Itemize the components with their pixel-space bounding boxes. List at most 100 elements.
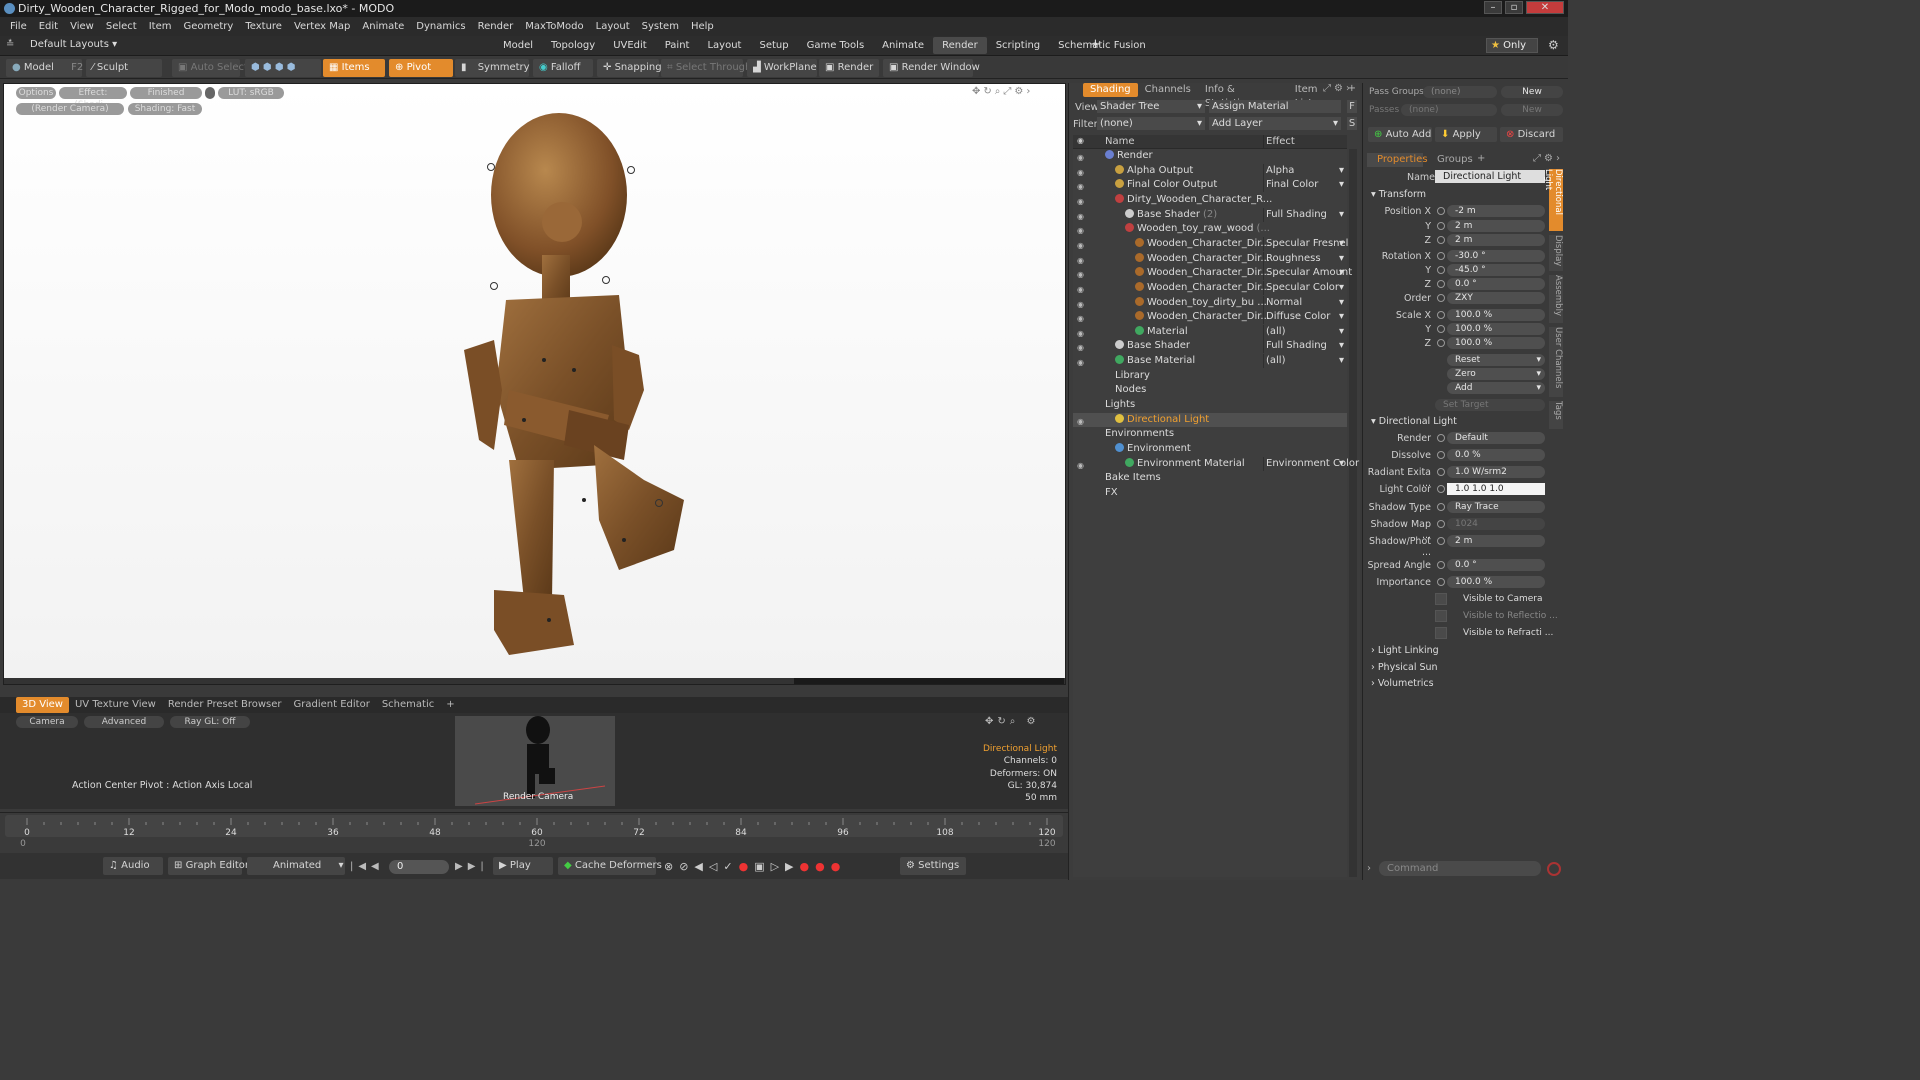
shader-tree-row[interactable]: ◉ Alpha Output Alpha ▾: [1073, 163, 1347, 178]
shader-tree-row[interactable]: ◉ Wooden_Character_Dir... Specular Amount ▾: [1073, 266, 1352, 281]
field-value[interactable]: Default: [1447, 432, 1545, 444]
eye-icon[interactable]: ◉: [1077, 224, 1087, 235]
side-tab-display[interactable]: Display: [1549, 235, 1563, 271]
tab-schematic[interactable]: Schematic: [376, 697, 440, 713]
minimize-button[interactable]: –: [1484, 1, 1502, 14]
add-tab-icon[interactable]: +: [1090, 37, 1101, 52]
raygl-pill[interactable]: Ray GL: Off: [170, 716, 250, 728]
command-input[interactable]: Command: [1379, 861, 1541, 876]
play-button[interactable]: ▶ Play: [493, 857, 553, 875]
timeline[interactable]: 0 12 24 36 48 60 72 84 96 108 120 0 120 120: [0, 812, 1068, 850]
shader-tree-row[interactable]: ◉ Base Shader (2) Full Shading ▾: [1073, 207, 1347, 222]
menu-render[interactable]: Render: [472, 21, 520, 32]
shader-tree-row[interactable]: FX: [1073, 486, 1347, 500]
field-value[interactable]: 100.0 %: [1447, 337, 1545, 349]
row-effect[interactable]: Specular Amount ▾: [1263, 266, 1352, 281]
menu-select[interactable]: Select: [100, 21, 143, 32]
passes-dropdown[interactable]: (none): [1401, 104, 1497, 116]
shader-tree-row[interactable]: ◉ Wooden_Character_Dir... Diffuse Color ▾: [1073, 310, 1347, 325]
options-pill[interactable]: Options: [16, 87, 56, 99]
auto-add-button[interactable]: ⊕ Auto Add: [1368, 127, 1432, 142]
eye-icon[interactable]: ◉: [1077, 254, 1087, 265]
reset-dropdown[interactable]: Reset ▾: [1447, 354, 1545, 366]
shader-tree-row[interactable]: ◉ Base Shader Full Shading ▾: [1073, 339, 1347, 354]
eye-icon[interactable]: ◉: [1077, 283, 1087, 294]
field-value[interactable]: 0.0 °: [1447, 559, 1545, 571]
tab-topology[interactable]: Topology: [542, 37, 604, 54]
keyframe-dot[interactable]: [1437, 294, 1445, 302]
tab-channels[interactable]: Channels: [1138, 83, 1198, 97]
field-value[interactable]: ZXY: [1447, 292, 1545, 304]
checkbox[interactable]: [1435, 610, 1447, 622]
field-value[interactable]: 0.0 °: [1447, 278, 1545, 290]
field-value[interactable]: -2 m: [1447, 205, 1545, 217]
record-icon[interactable]: [1547, 862, 1561, 876]
new-pass-button[interactable]: New: [1501, 104, 1563, 116]
shader-tree-row[interactable]: ◉ Dirty_Wooden_Character_R...: [1073, 193, 1347, 207]
eye-icon[interactable]: ◉: [1077, 459, 1087, 470]
shader-tree-row[interactable]: ◉ Material (all) ▾: [1073, 324, 1347, 339]
camera-pill[interactable]: Camera: [16, 716, 78, 728]
row-effect[interactable]: Alpha ▾: [1263, 163, 1347, 178]
keyframe-dot[interactable]: [1437, 485, 1445, 493]
view-dropdown[interactable]: Shader Tree ▾: [1097, 100, 1205, 113]
shader-tree-row[interactable]: ◉ Wooden_toy_dirty_bu ... Normal ▾: [1073, 295, 1347, 310]
tab-setup[interactable]: Setup: [750, 37, 797, 54]
shader-tree-row[interactable]: Library: [1073, 369, 1347, 383]
default-layouts-dropdown[interactable]: Default Layouts ▾: [30, 39, 117, 50]
field-value[interactable]: 2 m: [1447, 535, 1545, 547]
bottom-nav-icons[interactable]: ✥↻⌕ ⚙: [985, 716, 1040, 727]
menu-animate[interactable]: Animate: [356, 21, 410, 32]
tab-game-tools[interactable]: Game Tools: [798, 37, 874, 54]
eye-icon[interactable]: ◉: [1077, 268, 1087, 279]
row-effect[interactable]: Full Shading ▾: [1263, 207, 1347, 222]
filter-dropdown[interactable]: (none) ▾: [1097, 117, 1205, 130]
keyframe-dot[interactable]: [1437, 468, 1445, 476]
row-effect[interactable]: Full Shading ▾: [1263, 339, 1347, 354]
eye-icon[interactable]: ◉: [1077, 195, 1087, 206]
keyframe-dot[interactable]: [1437, 339, 1445, 347]
shader-tree-row[interactable]: ◉ Wooden_Character_Dir... Roughness ▾: [1073, 251, 1347, 266]
finished-pill[interactable]: Finished: [130, 87, 202, 99]
tab-groups[interactable]: Groups: [1437, 154, 1473, 165]
f-button[interactable]: F: [1347, 100, 1357, 113]
shader-tree-row[interactable]: ◉ Base Material (all) ▾: [1073, 354, 1347, 369]
keyframe-dot[interactable]: [1437, 561, 1445, 569]
tab-shading[interactable]: Shading: [1083, 83, 1138, 97]
section-light-linking[interactable]: › Light Linking: [1371, 645, 1439, 656]
frame-input[interactable]: 0: [389, 860, 449, 874]
pivot-button[interactable]: ⊕ Pivot: [389, 59, 453, 77]
menu-help[interactable]: Help: [685, 21, 720, 32]
field-value[interactable]: 100.0 %: [1447, 576, 1545, 588]
snapping-button[interactable]: ✛ Snapping: [597, 59, 662, 77]
side-tab-user-channels[interactable]: User Channels: [1549, 327, 1563, 397]
shader-tree-row[interactable]: ◉ Environment Material Environment Color ▾: [1073, 456, 1359, 471]
menu-geometry[interactable]: Geometry: [177, 21, 239, 32]
menu-file[interactable]: File: [4, 21, 33, 32]
panel-controls-icons[interactable]: ⤢⚙›: [1323, 83, 1353, 94]
cache-deformers-button[interactable]: ◆ Cache Deformers: [558, 857, 662, 875]
shader-tree-row[interactable]: ◉ Wooden_Character_Dir... Specular Fresnel…: [1073, 236, 1348, 251]
keyframe-dot[interactable]: [1437, 451, 1445, 459]
render-button[interactable]: ▣ Render: [819, 59, 879, 77]
row-effect[interactable]: (all) ▾: [1263, 324, 1347, 339]
menu-edit[interactable]: Edit: [33, 21, 64, 32]
row-effect[interactable]: Specular Color ▾: [1263, 280, 1347, 295]
checkbox[interactable]: [1435, 627, 1447, 639]
keyframe-dot[interactable]: [1437, 325, 1445, 333]
shader-tree-row[interactable]: Nodes: [1073, 383, 1347, 397]
lut-pill[interactable]: LUT: sRGB: [218, 87, 284, 99]
advanced-pill[interactable]: Advanced: [84, 716, 164, 728]
eye-icon[interactable]: ◉: [1077, 356, 1087, 367]
field-value[interactable]: 1.0 1.0 1.0: [1447, 483, 1545, 495]
render-camera-pill[interactable]: (Render Camera): [16, 103, 124, 115]
field-value[interactable]: -30.0 °: [1447, 250, 1545, 262]
keyframe-dot[interactable]: [1437, 434, 1445, 442]
set-target-button[interactable]: Set Target: [1435, 399, 1545, 411]
shader-tree-row[interactable]: Bake Items: [1073, 471, 1347, 485]
select-through-button[interactable]: ⌗ Select Through: [661, 59, 751, 77]
effect-pill[interactable]: Effect: (Shadi...: [59, 87, 127, 110]
tab-uvedit[interactable]: UVEdit: [604, 37, 656, 54]
keyframe-dot[interactable]: [1437, 236, 1445, 244]
animated-dropdown[interactable]: Animated ▾: [247, 857, 345, 875]
